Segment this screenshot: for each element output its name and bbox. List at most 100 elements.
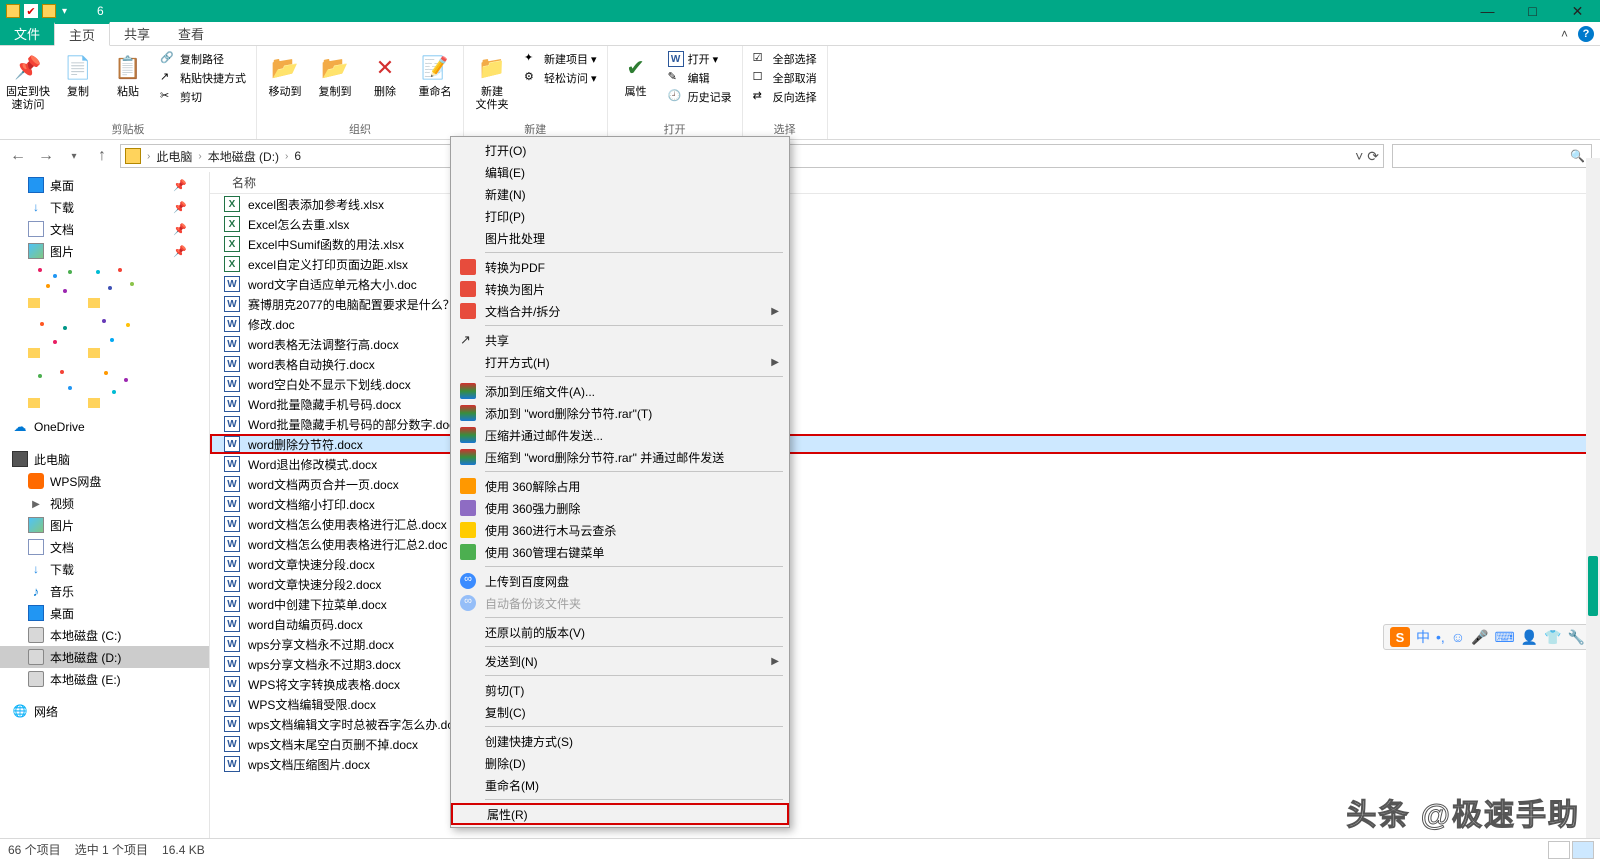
ctx-add-to-named-rar[interactable]: 添加到 "word删除分节符.rar"(T) xyxy=(451,402,789,424)
ctx-share[interactable]: 共享 xyxy=(451,329,789,351)
maximize-button[interactable]: □ xyxy=(1510,0,1555,22)
sidebar-item-documents[interactable]: 文档📌 xyxy=(0,218,209,240)
column-name[interactable]: 名称 xyxy=(232,174,256,191)
ctx-doc-merge-split[interactable]: 文档合并/拆分▶ xyxy=(451,300,789,322)
ime-keyboard-icon[interactable]: ⌨ xyxy=(1494,629,1514,646)
ctx-create-shortcut[interactable]: 创建快捷方式(S) xyxy=(451,730,789,752)
crumb-drive[interactable]: 本地磁盘 (D:) xyxy=(208,148,279,165)
nav-up-button[interactable]: ↑ xyxy=(92,146,112,166)
addr-dropdown-icon[interactable]: ˅ xyxy=(1355,148,1363,164)
ctx-copy[interactable]: 复制(C) xyxy=(451,701,789,723)
edit-button[interactable]: ✎编辑 xyxy=(664,69,736,87)
vertical-scrollbar[interactable] xyxy=(1586,158,1600,838)
sidebar-item-desktop[interactable]: 桌面📌 xyxy=(0,174,209,196)
minimize-button[interactable]: — xyxy=(1465,0,1510,22)
search-input[interactable]: 🔍 xyxy=(1392,144,1592,168)
list-item[interactable]: wps文档末尾空白页删不掉.docx xyxy=(210,734,1600,754)
ctx-print[interactable]: 打印(P) xyxy=(451,205,789,227)
sidebar-item-downloads2[interactable]: 下载 xyxy=(0,558,209,580)
scrollbar-thumb[interactable] xyxy=(1588,556,1598,616)
sidebar-thumb[interactable] xyxy=(88,264,142,308)
list-item[interactable]: word文档两页合并一页.docx xyxy=(210,474,1600,494)
sidebar-item-videos[interactable]: 视频 xyxy=(0,492,209,514)
list-item[interactable]: word文章快速分段.docx xyxy=(210,554,1600,574)
crumb-thispc[interactable]: 此电脑 xyxy=(156,148,192,165)
list-item[interactable]: Word批量隐藏手机号码.docx xyxy=(210,394,1600,414)
delete-button[interactable]: ✕删除 xyxy=(363,50,407,99)
rename-button[interactable]: 📝重命名 xyxy=(413,50,457,99)
refresh-icon[interactable]: ⟳ xyxy=(1367,148,1379,165)
nav-recent-button[interactable]: ▾ xyxy=(64,146,84,166)
sidebar-item-onedrive[interactable]: OneDrive xyxy=(0,416,209,438)
ctx-edit[interactable]: 编辑(E) xyxy=(451,161,789,183)
pin-to-quick-access-button[interactable]: 📌 固定到快速访问 xyxy=(6,50,50,112)
copy-button[interactable]: 📄 复制 xyxy=(56,50,100,99)
sidebar-item-drive-e[interactable]: 本地磁盘 (E:) xyxy=(0,668,209,690)
ime-user-icon[interactable]: 👤 xyxy=(1521,629,1538,646)
close-button[interactable]: ✕ xyxy=(1555,0,1600,22)
list-item[interactable]: Word退出修改模式.docx xyxy=(210,454,1600,474)
sidebar-thumb[interactable] xyxy=(28,264,82,308)
sidebar-thumb[interactable] xyxy=(88,364,142,408)
list-item[interactable]: word表格无法调整行高.docx xyxy=(210,334,1600,354)
tab-view[interactable]: 查看 xyxy=(164,22,218,45)
list-item[interactable]: wps分享文档永不过期3.docx xyxy=(210,654,1600,674)
view-details-button[interactable] xyxy=(1548,841,1570,859)
sidebar-thumb[interactable] xyxy=(28,314,82,358)
ctx-cut[interactable]: 剪切(T) xyxy=(451,679,789,701)
ctx-properties[interactable]: 属性(R) xyxy=(451,803,789,825)
ctx-zip-named-mail[interactable]: 压缩到 "word删除分节符.rar" 并通过邮件发送 xyxy=(451,446,789,468)
list-item[interactable]: word中创建下拉菜单.docx xyxy=(210,594,1600,614)
ctx-360-unlock[interactable]: 使用 360解除占用 xyxy=(451,475,789,497)
ctx-send-to[interactable]: 发送到(N)▶ xyxy=(451,650,789,672)
qat-dropdown-icon[interactable]: ▾ xyxy=(62,6,67,17)
chevron-right-icon[interactable]: › xyxy=(147,151,150,162)
ctx-restore-versions[interactable]: 还原以前的版本(V) xyxy=(451,621,789,643)
tab-file[interactable]: 文件 xyxy=(0,22,54,45)
easy-access-button[interactable]: ⚙轻松访问 ▾ xyxy=(520,69,601,87)
chevron-right-icon[interactable]: › xyxy=(198,151,201,162)
tab-share[interactable]: 共享 xyxy=(110,22,164,45)
invert-selection-button[interactable]: ⇄反向选择 xyxy=(749,88,821,106)
copy-path-button[interactable]: 🔗复制路径 xyxy=(156,50,250,68)
ctx-to-image[interactable]: 转换为图片 xyxy=(451,278,789,300)
sidebar-item-pictures2[interactable]: 图片 xyxy=(0,514,209,536)
ime-toolbar[interactable]: S 中 •, ☺ 🎤 ⌨ 👤 👕 🔧 xyxy=(1383,624,1592,650)
ime-emoji-icon[interactable]: ☺ xyxy=(1451,629,1465,645)
sidebar-item-network[interactable]: 网络 xyxy=(0,700,209,722)
list-item[interactable]: word文档怎么使用表格进行汇总.docx xyxy=(210,514,1600,534)
nav-forward-button[interactable]: → xyxy=(36,146,56,166)
history-button[interactable]: 🕘历史记录 xyxy=(664,88,736,106)
ime-lang[interactable]: 中 xyxy=(1416,627,1430,647)
list-item[interactable]: Excel怎么去重.xlsx xyxy=(210,214,1600,234)
sidebar-item-music[interactable]: 音乐 xyxy=(0,580,209,602)
sidebar-thumb[interactable] xyxy=(28,364,82,408)
ctx-baidu-upload[interactable]: 上传到百度网盘 xyxy=(451,570,789,592)
list-item[interactable]: excel自定义打印页面边距.xlsx xyxy=(210,254,1600,274)
list-item[interactable]: word文字自适应单元格大小.doc xyxy=(210,274,1600,294)
ctx-new[interactable]: 新建(N) xyxy=(451,183,789,205)
list-item[interactable]: word文档怎么使用表格进行汇总2.doc xyxy=(210,534,1600,554)
ime-punct-icon[interactable]: •, xyxy=(1436,629,1445,645)
crumb-folder[interactable]: 6 xyxy=(294,149,301,163)
list-item[interactable]: word表格自动换行.docx xyxy=(210,354,1600,374)
paste-shortcut-button[interactable]: ↗粘贴快捷方式 xyxy=(156,69,250,87)
tab-home[interactable]: 主页 xyxy=(54,22,110,46)
sidebar-item-drive-c[interactable]: 本地磁盘 (C:) xyxy=(0,624,209,646)
ctx-360-scan[interactable]: 使用 360进行木马云查杀 xyxy=(451,519,789,541)
sidebar-item-documents2[interactable]: 文档 xyxy=(0,536,209,558)
ctx-open[interactable]: 打开(O) xyxy=(451,139,789,161)
ime-skin-icon[interactable]: 👕 xyxy=(1544,629,1561,646)
list-item[interactable]: 赛博朋克2077的电脑配置要求是什么？. xyxy=(210,294,1600,314)
list-item[interactable]: wps文档压缩图片.docx xyxy=(210,754,1600,774)
sidebar-item-downloads[interactable]: 下载📌 xyxy=(0,196,209,218)
ctx-batch-image[interactable]: 图片批处理 xyxy=(451,227,789,249)
ctx-to-pdf[interactable]: 转换为PDF xyxy=(451,256,789,278)
open-button[interactable]: 打开 ▾ xyxy=(664,50,736,68)
list-item[interactable]: word文档缩小打印.docx xyxy=(210,494,1600,514)
ime-voice-icon[interactable]: 🎤 xyxy=(1471,629,1488,646)
list-item[interactable]: excel图表添加参考线.xlsx xyxy=(210,194,1600,214)
cut-button[interactable]: ✂剪切 xyxy=(156,88,250,106)
sidebar-item-drive-d[interactable]: 本地磁盘 (D:) xyxy=(0,646,209,668)
copy-to-button[interactable]: 📂复制到 xyxy=(313,50,357,99)
